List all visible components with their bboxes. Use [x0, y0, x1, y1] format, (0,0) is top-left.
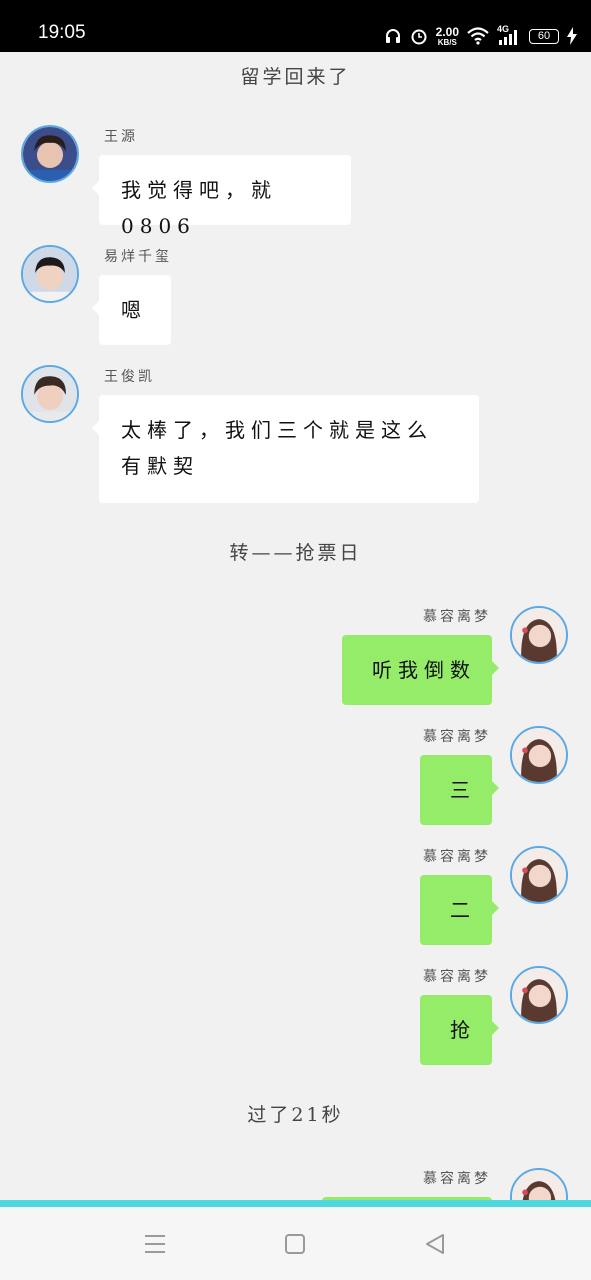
message-bubble[interactable]: 抢 [420, 995, 499, 1065]
avatar-murongli-meng[interactable] [510, 846, 568, 904]
avatar-murongli-meng[interactable] [510, 726, 568, 784]
avatar-yiyangqianxi[interactable] [21, 245, 79, 303]
narration-text: 转——抢票日 [229, 542, 362, 564]
avatar-murongli-meng[interactable] [510, 966, 568, 1024]
menu-icon[interactable] [140, 1229, 170, 1259]
sender-name: 慕容离梦 [423, 729, 491, 745]
avatar-murongli-meng[interactable] [510, 1168, 568, 1200]
avatar-murongli-meng[interactable] [510, 606, 568, 664]
sender-name: 王俊凯 [104, 369, 155, 385]
narration-text: 过了21秒 [247, 1104, 344, 1126]
avatar-wangjunkai[interactable] [21, 365, 79, 423]
network-speed-unit: KB/S [437, 37, 457, 47]
sender-name: 慕容离梦 [423, 969, 491, 985]
alarm-icon [410, 27, 428, 45]
battery-icon: 60 [529, 28, 559, 44]
sender-name: 慕容离梦 [423, 849, 491, 865]
network-speed-value: 2.00 [435, 24, 459, 39]
chat-area[interactable]: 留学回来了 王源 我觉得吧，就0806 易烊千玺 嗯 王俊凯 太棒了，我们三个就… [0, 52, 591, 1200]
headphones-icon [384, 27, 402, 45]
message-bubble[interactable]: 听我倒数 [342, 635, 499, 705]
message-bubble[interactable]: 三 [420, 755, 499, 825]
navigation-bar [0, 1207, 591, 1280]
sender-name: 易烊千玺 [104, 249, 172, 265]
wifi-icon [467, 27, 489, 45]
message-bubble[interactable]: 太棒了，我们三个就是这么 有默契 [92, 395, 479, 503]
avatar-wangyuan[interactable] [21, 125, 79, 183]
signal-icon: 4G [497, 24, 521, 46]
status-time: 19:05 [38, 22, 86, 43]
message-bubble[interactable]: 我觉得吧，就0806 [92, 155, 351, 238]
message-text-line: 太棒了，我们三个就是这么 [121, 418, 433, 442]
sender-name: 王源 [104, 129, 138, 145]
message-bubble[interactable]: 二 [420, 875, 499, 945]
accent-divider [0, 1200, 591, 1207]
network-speed: 2.00 KB/S [436, 26, 459, 47]
sender-name: 慕容离梦 [423, 609, 491, 625]
charging-icon [567, 27, 577, 45]
back-triangle-icon[interactable] [420, 1229, 450, 1259]
message-text-line: 有默契 [121, 454, 199, 478]
home-square-icon[interactable] [280, 1229, 310, 1259]
status-bar: 19:05 2.00 KB/S 4G 60 [0, 0, 591, 52]
status-icons: 2.00 KB/S 4G 60 [384, 22, 577, 50]
message-bubble[interactable]: 嗯 [92, 275, 171, 345]
sender-name: 慕容离梦 [423, 1171, 491, 1187]
narration-text: 留学回来了 [240, 66, 351, 88]
